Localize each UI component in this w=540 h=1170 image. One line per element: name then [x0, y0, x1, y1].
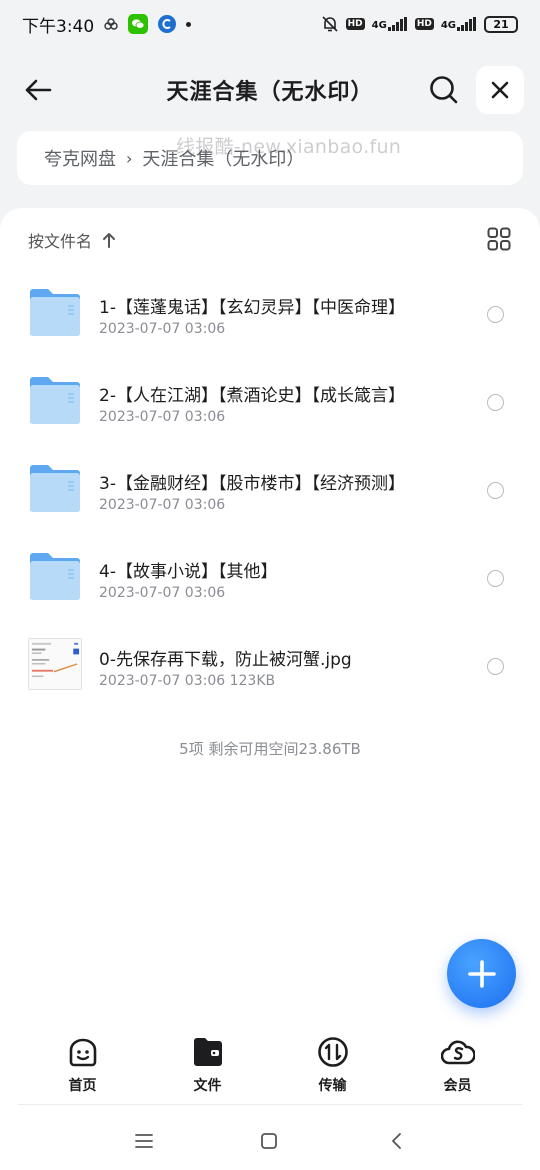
add-button[interactable]	[447, 939, 516, 1008]
menu-lines-icon	[135, 1134, 153, 1148]
signal-icon: 4G	[372, 17, 408, 31]
select-radio[interactable]	[487, 658, 504, 675]
nav-member-label: 会员	[443, 1078, 472, 1094]
network-type-label-2: 4G	[440, 20, 456, 31]
wechat-icon	[128, 14, 149, 34]
nav-files[interactable]: 文件	[145, 1035, 270, 1103]
folder-icon	[30, 377, 80, 424]
cloud-icon	[104, 18, 118, 30]
file-meta: 2023-07-07 03:06	[99, 585, 226, 601]
nav-files-label: 文件	[193, 1078, 222, 1094]
system-navigation-bar	[0, 1112, 540, 1170]
file-name: 3-【金融财经】【股市楼市】【经济预测】	[99, 474, 405, 494]
home-button[interactable]	[254, 1126, 284, 1156]
file-panel: 按文件名 1-【莲蓬鬼话】【玄幻灵异】【中医命理】 2023-07-07 03:…	[0, 208, 540, 1170]
transfer-icon	[316, 1035, 350, 1069]
wallet-folder-icon	[191, 1035, 225, 1069]
image-thumbnail-icon	[28, 638, 82, 690]
nav-home[interactable]: 首页	[20, 1035, 145, 1103]
select-radio[interactable]	[487, 570, 504, 587]
signal-icon-2: 4G	[441, 17, 477, 31]
search-button[interactable]	[424, 70, 464, 110]
file-meta: 2023-07-07 03:06	[99, 497, 226, 513]
folder-icon	[30, 553, 80, 600]
nav-home-label: 首页	[68, 1078, 97, 1094]
bottom-nav: 首页 文件 传输 会员	[0, 1035, 540, 1103]
nav-divider	[18, 1104, 522, 1105]
square-home-icon	[261, 1133, 277, 1149]
file-row[interactable]: 4-【故事小说】【其他】 2023-07-07 03:06	[0, 536, 540, 624]
grid-view-icon	[487, 227, 511, 251]
select-radio[interactable]	[487, 482, 504, 499]
home-face-icon	[66, 1035, 100, 1069]
close-button[interactable]	[476, 66, 524, 114]
status-bar: 下午3:40 HD 4G HD 4G 21	[0, 0, 540, 48]
network-type-label: 4G	[371, 20, 387, 31]
mute-bell-icon	[321, 15, 339, 33]
select-radio[interactable]	[487, 306, 504, 323]
file-name: 0-先保存再下载，防止被河蟹.jpg	[99, 650, 352, 670]
payment-app-icon	[158, 15, 177, 33]
nav-transfer-label: 传输	[318, 1078, 347, 1094]
close-icon	[491, 81, 509, 99]
folder-icon	[30, 289, 80, 336]
hd-badge-2: HD	[414, 18, 434, 30]
search-icon	[430, 76, 458, 104]
folder-icon	[30, 465, 80, 512]
file-list: 1-【莲蓬鬼话】【玄幻灵异】【中医命理】 2023-07-07 03:06 2-…	[0, 272, 540, 712]
select-radio[interactable]	[487, 394, 504, 411]
file-meta: 2023-07-07 03:06	[99, 321, 226, 337]
breadcrumb-separator: ›	[126, 148, 133, 168]
status-time: 下午3:40	[22, 16, 95, 37]
member-cloud-icon	[440, 1035, 475, 1069]
file-row[interactable]: 2-【人在江湖】【煮酒论史】【成长箴言】 2023-07-07 03:06	[0, 360, 540, 448]
sort-ascending-icon	[103, 233, 116, 248]
grid-view-button[interactable]	[484, 224, 514, 254]
sort-button[interactable]: 按文件名	[28, 224, 116, 256]
hd-badge: HD	[345, 18, 365, 30]
file-name: 2-【人在江湖】【煮酒论史】【成长箴言】	[99, 386, 405, 406]
battery-icon: 21	[484, 15, 518, 33]
breadcrumb-current: 天涯合集（无水印）	[142, 149, 305, 170]
recent-apps-button[interactable]	[129, 1126, 159, 1156]
header: 天涯合集（无水印）	[0, 60, 540, 120]
sort-label: 按文件名	[28, 232, 93, 251]
file-meta: 2023-07-07 03:06	[99, 409, 226, 425]
plus-icon	[467, 959, 496, 988]
battery-level: 21	[493, 17, 509, 31]
file-row[interactable]: 0-先保存再下载，防止被河蟹.jpg 2023-07-07 03:06 123K…	[0, 624, 540, 712]
chevron-left-icon	[392, 1133, 401, 1149]
more-notifications-icon	[186, 21, 192, 27]
breadcrumb: 夸克网盘 › 天涯合集（无水印）	[17, 131, 523, 185]
system-back-button[interactable]	[382, 1126, 412, 1156]
file-name: 4-【故事小说】【其他】	[99, 562, 278, 582]
file-row[interactable]: 1-【莲蓬鬼话】【玄幻灵异】【中医命理】 2023-07-07 03:06	[0, 272, 540, 360]
storage-summary: 5项 剩余可用空间23.86TB	[179, 740, 361, 758]
file-name: 1-【莲蓬鬼话】【玄幻灵异】【中医命理】	[99, 298, 405, 318]
breadcrumb-root[interactable]: 夸克网盘	[44, 145, 116, 171]
nav-member[interactable]: 会员	[395, 1035, 520, 1103]
file-row[interactable]: 3-【金融财经】【股市楼市】【经济预测】 2023-07-07 03:06	[0, 448, 540, 536]
nav-transfer[interactable]: 传输	[270, 1035, 395, 1103]
file-meta: 2023-07-07 03:06 123KB	[99, 673, 276, 689]
